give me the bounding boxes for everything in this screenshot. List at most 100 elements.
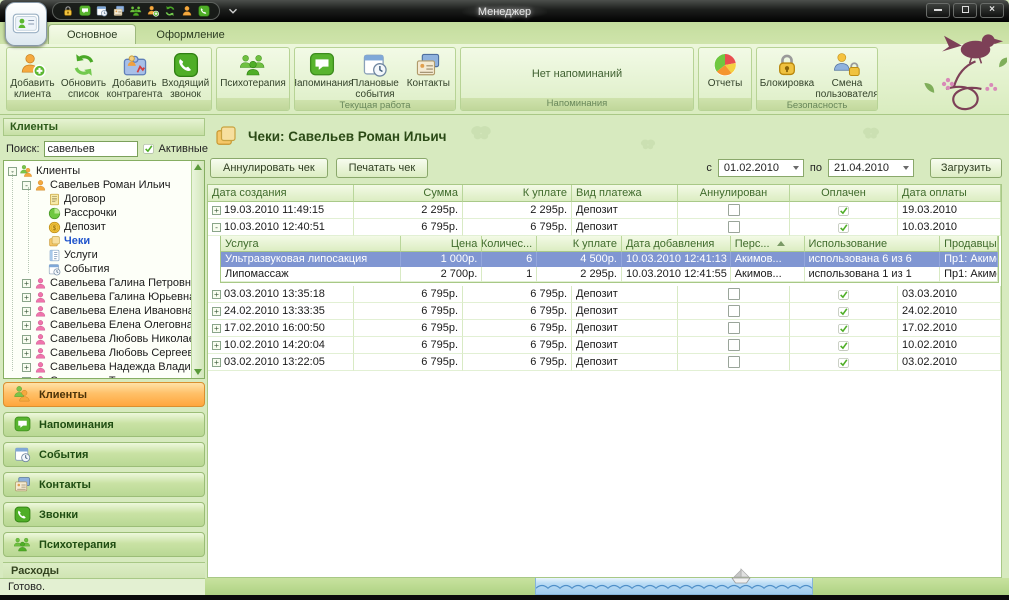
lock-icon[interactable]: [62, 5, 74, 17]
expand-icon[interactable]: +: [22, 363, 31, 372]
tree-item[interactable]: Рассрочки: [4, 206, 188, 220]
expand-row-icon[interactable]: +: [212, 290, 221, 299]
minimize-button[interactable]: [926, 3, 950, 18]
sidebar-item-contacts[interactable]: Контакты: [3, 472, 205, 497]
tree-item[interactable]: $Депозит: [4, 220, 188, 234]
expand-icon[interactable]: +: [22, 279, 31, 288]
annulled-checkbox[interactable]: [728, 221, 740, 233]
receipt-row[interactable]: +03.02.2010 13:22:056 795р.6 795р.Депози…: [208, 354, 1001, 371]
annulled-checkbox[interactable]: [728, 322, 740, 334]
expand-row-icon[interactable]: +: [212, 341, 221, 350]
chevron-down-icon[interactable]: [903, 166, 909, 170]
expand-row-icon[interactable]: +: [212, 324, 221, 333]
search-input[interactable]: [44, 141, 138, 157]
ribbon-button-incoming-call[interactable]: Входящий звонок: [160, 50, 211, 100]
print-receipt-button[interactable]: Печатать чек: [336, 158, 429, 178]
sub-column-header-7[interactable]: Продавцы: [940, 236, 998, 252]
load-button[interactable]: Загрузить: [930, 158, 1002, 178]
incoming-call-icon[interactable]: [198, 5, 210, 17]
receipt-row[interactable]: +10.02.2010 14:20:046 795р.6 795р.Депози…: [208, 337, 1001, 354]
expand-row-icon[interactable]: +: [212, 358, 221, 367]
service-row[interactable]: Ультразвуковая липосакция1 000р.64 500р.…: [221, 252, 998, 267]
sidebar-item-reminders[interactable]: Напоминания: [3, 412, 205, 437]
ribbon-button-contacts[interactable]: Контакты: [402, 50, 455, 90]
sub-column-header-0[interactable]: Услуга: [221, 236, 401, 252]
receipt-row[interactable]: +24.02.2010 13:33:356 795р.6 795р.Депози…: [208, 303, 1001, 320]
annul-receipt-button[interactable]: Аннулировать чек: [210, 158, 328, 178]
tree-item[interactable]: События: [4, 262, 188, 276]
expand-row-icon[interactable]: +: [212, 307, 221, 316]
events-icon[interactable]: [96, 5, 108, 17]
ribbon-button-lock[interactable]: Блокировка: [757, 50, 817, 90]
date-from-input[interactable]: 01.02.2010: [718, 159, 804, 177]
tree-item[interactable]: +Савельева Елена Олеговна: [4, 318, 188, 332]
active-filter-checkbox[interactable]: [142, 142, 155, 155]
restore-button[interactable]: [953, 3, 977, 18]
receipt-row[interactable]: -10.03.2010 12:40:516 795р.6 795р.Депози…: [208, 219, 1001, 236]
tab-main[interactable]: Основное: [48, 24, 136, 44]
ribbon-button-refresh[interactable]: Обновить список: [58, 50, 109, 100]
expand-icon[interactable]: +: [22, 335, 31, 344]
sidebar-item-calls[interactable]: Звонки: [3, 502, 205, 527]
expand-icon[interactable]: +: [22, 377, 31, 380]
refresh-icon[interactable]: [164, 5, 176, 17]
tree-item[interactable]: +Савельева Любовь Сергеевна: [4, 346, 188, 360]
scroll-up-icon[interactable]: [194, 164, 202, 170]
service-row[interactable]: Липомассаж2 700р.12 295р.10.03.2010 12:4…: [221, 267, 998, 282]
tree-item[interactable]: +Савельева Галина Юрьевна: [4, 290, 188, 304]
sub-column-header-3[interactable]: К уплате: [537, 236, 622, 252]
expand-icon[interactable]: +: [22, 307, 31, 316]
expand-icon[interactable]: +: [22, 293, 31, 302]
tree-item[interactable]: +Савельева Тамара ...: [4, 374, 188, 379]
sub-column-header-4[interactable]: Дата добавления: [622, 236, 731, 252]
ribbon-button-reminders[interactable]: Напоминания: [295, 50, 348, 90]
ribbon-button-planned-events[interactable]: Плановые события: [348, 50, 401, 100]
annulled-checkbox[interactable]: [728, 305, 740, 317]
date-to-input[interactable]: 21.04.2010: [828, 159, 914, 177]
toolbar-options-chevron-icon[interactable]: [226, 4, 240, 18]
sidebar-item-clients[interactable]: Клиенты: [3, 382, 205, 407]
tree-item[interactable]: -Клиенты: [4, 164, 188, 178]
tree-item[interactable]: +Савельева Галина Петровна: [4, 276, 188, 290]
annulled-checkbox[interactable]: [728, 356, 740, 368]
tree-scrollbar[interactable]: [191, 161, 204, 378]
sub-column-header-1[interactable]: Цена: [401, 236, 483, 252]
tree-item[interactable]: Договор: [4, 192, 188, 206]
annulled-checkbox[interactable]: [728, 204, 740, 216]
psychotherapy-icon[interactable]: [130, 5, 142, 17]
tree-item[interactable]: -Савельев Роман Ильич: [4, 178, 188, 192]
column-header-6[interactable]: Дата оплаты: [898, 185, 1001, 202]
sub-column-header-5[interactable]: Перс...: [731, 236, 805, 252]
app-menu-button[interactable]: [5, 2, 47, 46]
collapse-icon[interactable]: -: [22, 181, 31, 190]
column-header-0[interactable]: Дата создания: [208, 185, 354, 202]
tree-item[interactable]: Услуги: [4, 248, 188, 262]
ribbon-button-reports[interactable]: Отчеты: [699, 50, 751, 90]
tree-item[interactable]: +Савельева Любовь Николаевна: [4, 332, 188, 346]
column-header-2[interactable]: К уплате: [463, 185, 572, 202]
ribbon-button-add-contractor[interactable]: Добавить контрагента: [109, 50, 160, 100]
annulled-checkbox[interactable]: [728, 288, 740, 300]
tree-item[interactable]: +Савельева Надежда Владимиро...: [4, 360, 188, 374]
user-icon[interactable]: [181, 5, 193, 17]
reminders-icon[interactable]: [79, 5, 91, 17]
add-client-icon[interactable]: [147, 5, 159, 17]
sidebar-item-psychotherapy[interactable]: Психотерапия: [3, 532, 205, 557]
ribbon-button-add-client[interactable]: Добавить клиента: [7, 50, 58, 100]
column-header-1[interactable]: Сумма: [354, 185, 463, 202]
tree-item[interactable]: +Савельева Елена Ивановна: [4, 304, 188, 318]
expand-row-icon[interactable]: +: [212, 206, 221, 215]
ribbon-button-psychotherapy[interactable]: Психотерапия: [217, 50, 289, 90]
sub-column-header-6[interactable]: Использование: [805, 236, 941, 252]
column-header-5[interactable]: Оплачен: [790, 185, 898, 202]
annulled-checkbox[interactable]: [728, 339, 740, 351]
ribbon-button-change-user[interactable]: Смена пользователя: [817, 50, 877, 100]
receipt-row[interactable]: +03.03.2010 13:35:186 795р.6 795р.Депози…: [208, 286, 1001, 303]
column-header-3[interactable]: Вид платежа: [572, 185, 678, 202]
receipt-row[interactable]: +19.03.2010 11:49:152 295р.2 295р.Депози…: [208, 202, 1001, 219]
sub-column-header-2[interactable]: Количес...: [482, 236, 537, 252]
tab-appearance[interactable]: Оформление: [138, 25, 242, 44]
sidebar-item-events[interactable]: События: [3, 442, 205, 467]
collapse-row-icon[interactable]: -: [212, 223, 221, 232]
contacts-icon[interactable]: [113, 5, 125, 17]
